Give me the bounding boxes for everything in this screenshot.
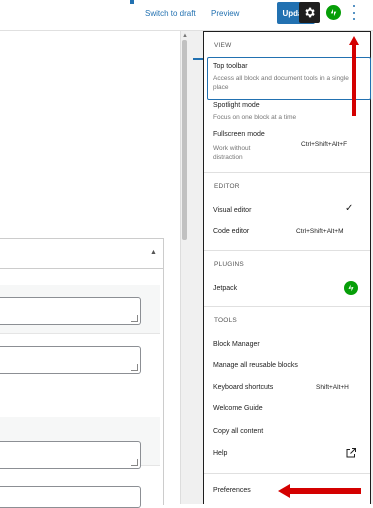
gear-icon <box>305 7 315 18</box>
block-manager-item[interactable]: Block Manager <box>213 341 260 348</box>
help-item[interactable]: Help <box>213 450 227 457</box>
preferences-item[interactable]: Preferences <box>213 487 251 494</box>
options-button[interactable] <box>350 5 358 20</box>
menu-divider <box>204 172 370 173</box>
checkmark-icon: ✓ <box>345 203 354 214</box>
collapse-caret-icon[interactable]: ▲ <box>150 249 157 256</box>
top-toolbar-description: Access all block and document tools in a… <box>213 75 349 91</box>
spotlight-mode-item[interactable]: Spotlight mode <box>213 102 260 109</box>
menu-divider <box>204 473 370 474</box>
jetpack-button[interactable] <box>326 5 341 20</box>
menu-divider <box>204 306 370 307</box>
text-field-4[interactable] <box>0 486 141 508</box>
text-field-1[interactable] <box>0 297 141 325</box>
jetpack-icon <box>330 8 337 17</box>
code-editor-shortcut: Ctrl+Shift+Alt+M <box>296 228 344 235</box>
resize-handle-icon[interactable] <box>131 315 138 322</box>
code-editor-item[interactable]: Code editor <box>213 228 249 235</box>
blue-marker <box>130 0 134 4</box>
section-title-tools: TOOLS <box>214 317 237 324</box>
section-title-plugins: PLUGINS <box>214 261 244 268</box>
external-link-icon <box>346 448 356 458</box>
welcome-guide-item[interactable]: Welcome Guide <box>213 405 263 412</box>
settings-button[interactable] <box>299 2 320 23</box>
switch-to-draft-button[interactable]: Switch to draft <box>145 9 196 18</box>
scroll-up-arrow-icon[interactable]: ▲ <box>182 33 188 39</box>
top-toolbar-label: Top toolbar <box>213 63 248 70</box>
resize-handle-icon[interactable] <box>131 459 138 466</box>
fullscreen-mode-item[interactable]: Fullscreen mode <box>213 131 265 138</box>
red-arrow-left-annotation <box>278 484 361 498</box>
menu-divider <box>204 250 370 251</box>
more-vertical-icon <box>353 5 355 7</box>
section-title-view: VIEW <box>214 42 232 49</box>
fullscreen-shortcut: Ctrl+Shift+Alt+F <box>301 141 348 148</box>
text-field-3[interactable] <box>0 441 141 469</box>
jetpack-logo-icon <box>348 284 354 292</box>
keyboard-shortcuts-shortcut: Shift+Alt+H <box>316 384 349 391</box>
spotlight-description: Focus on one block at a time <box>213 114 297 121</box>
preview-button[interactable]: Preview <box>211 9 239 18</box>
red-arrow-up-annotation <box>349 36 359 116</box>
fullscreen-description: Work without distraction <box>213 145 251 161</box>
resize-handle-icon[interactable] <box>131 364 138 371</box>
keyboard-shortcuts-item[interactable]: Keyboard shortcuts <box>213 384 273 391</box>
visual-editor-item[interactable]: Visual editor <box>213 207 251 214</box>
scrollbar-thumb[interactable] <box>182 40 187 240</box>
jetpack-icon <box>344 281 358 295</box>
jetpack-item[interactable]: Jetpack <box>213 285 237 292</box>
manage-reusable-blocks-item[interactable]: Manage all reusable blocks <box>213 362 298 369</box>
copy-all-content-item[interactable]: Copy all content <box>213 428 263 435</box>
meta-box-header[interactable] <box>0 238 163 269</box>
text-field-2[interactable] <box>0 346 141 374</box>
section-title-editor: EDITOR <box>214 183 240 190</box>
